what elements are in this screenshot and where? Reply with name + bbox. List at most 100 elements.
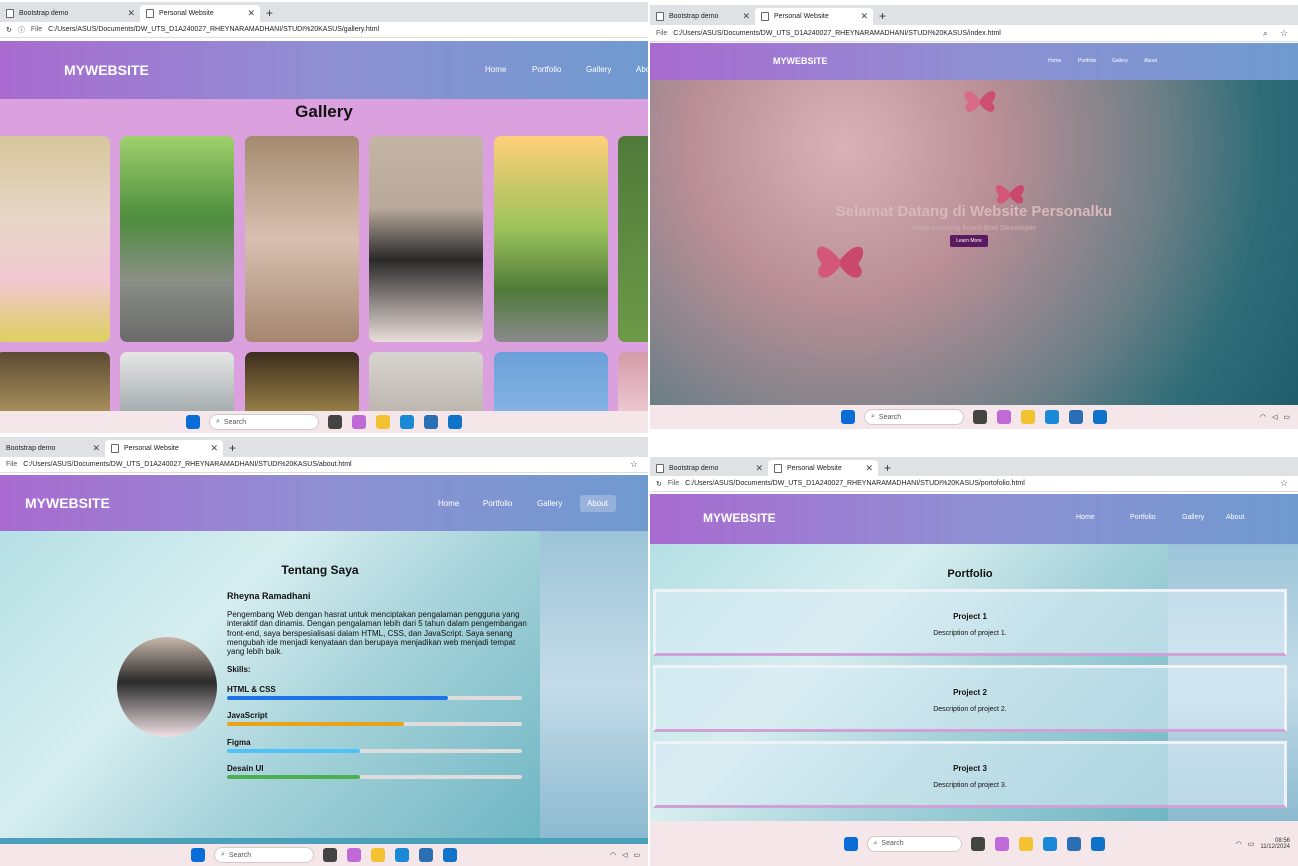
nav-home[interactable]: Home [432, 495, 477, 512]
nav-portfolio[interactable]: Portfolio [1078, 58, 1112, 64]
battery-icon[interactable]: ▭ [1248, 840, 1255, 848]
vscode-icon[interactable] [443, 848, 457, 862]
copilot-icon[interactable] [994, 836, 1009, 851]
gallery-photo[interactable] [369, 136, 483, 342]
new-tab-button[interactable]: + [878, 460, 897, 477]
close-icon[interactable]: ✕ [742, 11, 750, 22]
close-icon[interactable]: ✕ [92, 443, 100, 454]
file-explorer-icon[interactable] [371, 848, 385, 862]
nav-gallery[interactable]: Gallery [531, 495, 580, 512]
gallery-photo[interactable] [494, 136, 608, 342]
close-icon[interactable]: ✕ [247, 8, 255, 19]
brand-logo[interactable]: MYWEBSITE [64, 62, 149, 78]
nav-about[interactable]: About [580, 495, 616, 512]
nav-gallery[interactable]: Gallery [1112, 58, 1144, 64]
url-text[interactable]: C:/Users/ASUS/Documents/DW_UTS_D1A240027… [48, 26, 379, 33]
vscode-icon[interactable] [1093, 410, 1107, 424]
system-tray[interactable]: ◠ ◁ ▭ [1260, 413, 1290, 421]
star-icon[interactable]: ☆ [1280, 478, 1288, 489]
gallery-photo[interactable] [0, 136, 110, 342]
system-tray[interactable]: ◠ ▭ 08:56 11/12/2024 [1236, 838, 1290, 850]
tab-personal[interactable]: Personal Website ✕ [768, 460, 878, 477]
gallery-photo[interactable] [618, 136, 648, 342]
tab-bootstrap[interactable]: Bootstrap demo ✕ [650, 8, 755, 25]
nav-home[interactable]: Home [1048, 58, 1078, 64]
volume-icon[interactable]: ◁ [622, 851, 627, 859]
store-icon[interactable] [1069, 410, 1083, 424]
store-icon[interactable] [1066, 836, 1081, 851]
project-card[interactable]: Project 3 Description of project 3. [653, 741, 1287, 808]
task-view-icon[interactable] [323, 848, 337, 862]
edge-icon[interactable] [395, 848, 409, 862]
nav-gallery[interactable]: Gallery [586, 65, 636, 74]
tab-personal[interactable]: Personal Website ✕ [755, 8, 873, 25]
star-icon[interactable]: ☆ [1280, 28, 1288, 39]
new-tab-button[interactable]: + [873, 8, 892, 25]
nav-about[interactable]: Abo [636, 65, 648, 74]
task-view-icon[interactable] [970, 836, 985, 851]
file-explorer-icon[interactable] [1021, 410, 1035, 424]
gallery-photo[interactable] [245, 136, 359, 342]
taskbar-search[interactable]: ⌕ Search [864, 409, 964, 425]
copilot-icon[interactable] [997, 410, 1011, 424]
wifi-icon[interactable]: ◠ [1236, 840, 1242, 848]
nav-portfolio[interactable]: Portfolio [532, 65, 586, 74]
copilot-icon[interactable] [352, 415, 366, 429]
store-icon[interactable] [424, 415, 438, 429]
file-explorer-icon[interactable] [376, 415, 390, 429]
close-icon[interactable]: ✕ [755, 463, 763, 474]
tab-bootstrap[interactable]: Bootstrap demo ✕ [650, 460, 768, 477]
wifi-icon[interactable]: ◠ [1260, 413, 1266, 421]
file-explorer-icon[interactable] [1018, 836, 1033, 851]
edge-icon[interactable] [1045, 410, 1059, 424]
nav-about[interactable]: About [1219, 514, 1249, 521]
taskbar-search[interactable]: ⌕ Search [214, 847, 314, 863]
close-icon[interactable]: ✕ [127, 8, 135, 19]
tab-bootstrap[interactable]: Bootstrap demo ✕ [0, 440, 105, 457]
reload-icon[interactable]: ↻ [656, 480, 662, 488]
battery-icon[interactable]: ▭ [1283, 413, 1290, 421]
system-tray[interactable]: ◠ ◁ ▭ [610, 851, 640, 859]
info-icon[interactable]: ⓘ [18, 25, 25, 35]
address-bar[interactable]: ↻ ⓘ File C:/Users/ASUS/Documents/DW_UTS_… [0, 22, 648, 38]
vscode-icon[interactable] [448, 415, 462, 429]
windows-start-icon[interactable] [191, 848, 205, 862]
address-bar[interactable]: File C:/Users/ASUS/Documents/DW_UTS_D1A2… [0, 457, 648, 473]
project-card[interactable]: Project 2 Description of project 2. [653, 665, 1287, 732]
url-text[interactable]: C:/Users/ASUS/Documents/DW_UTS_D1A240027… [673, 30, 1001, 37]
store-icon[interactable] [419, 848, 433, 862]
url-text[interactable]: C:/Users/ASUS/Documents/DW_UTS_D1A240027… [685, 480, 1025, 487]
tab-bootstrap[interactable]: Bootstrap demo ✕ [0, 5, 140, 22]
copilot-icon[interactable] [347, 848, 361, 862]
volume-icon[interactable]: ◁ [1272, 413, 1277, 421]
wifi-icon[interactable]: ◠ [610, 851, 616, 859]
nav-about[interactable]: About [1144, 58, 1164, 64]
windows-start-icon[interactable] [186, 415, 200, 429]
vscode-icon[interactable] [1090, 836, 1105, 851]
new-tab-button[interactable]: + [223, 440, 242, 457]
reload-icon[interactable]: ↻ [6, 26, 12, 34]
brand-logo[interactable]: MYWEBSITE [25, 495, 110, 511]
address-bar[interactable]: File C:/Users/ASUS/Documents/DW_UTS_D1A2… [650, 26, 1298, 42]
nav-portfolio[interactable]: Portfolio [1130, 514, 1166, 521]
address-bar[interactable]: ↻ File C:/Users/ASUS/Documents/DW_UTS_D1… [650, 476, 1298, 492]
brand-logo[interactable]: MYWEBSITE [773, 56, 828, 66]
windows-start-icon[interactable] [843, 836, 858, 851]
url-text[interactable]: C:/Users/ASUS/Documents/DW_UTS_D1A240027… [23, 461, 351, 468]
project-card[interactable]: Project 1 Description of project 1. [653, 589, 1287, 656]
tab-personal[interactable]: Personal Website ✕ [105, 440, 223, 457]
windows-start-icon[interactable] [841, 410, 855, 424]
battery-icon[interactable]: ▭ [633, 851, 640, 859]
edge-icon[interactable] [400, 415, 414, 429]
nav-home[interactable]: Home [1076, 514, 1130, 521]
new-tab-button[interactable]: + [260, 5, 279, 22]
nav-gallery[interactable]: Gallery [1166, 514, 1219, 521]
star-icon[interactable]: ☆ [630, 459, 638, 470]
taskbar-search[interactable]: ⌕ Search [866, 835, 962, 852]
brand-logo[interactable]: MYWEBSITE [703, 511, 776, 525]
task-view-icon[interactable] [328, 415, 342, 429]
close-icon[interactable]: ✕ [860, 11, 868, 22]
nav-home[interactable]: Home [485, 65, 532, 74]
tab-personal[interactable]: Personal Website ✕ [140, 5, 260, 22]
zoom-icon[interactable]: ⌕ [1263, 28, 1268, 39]
